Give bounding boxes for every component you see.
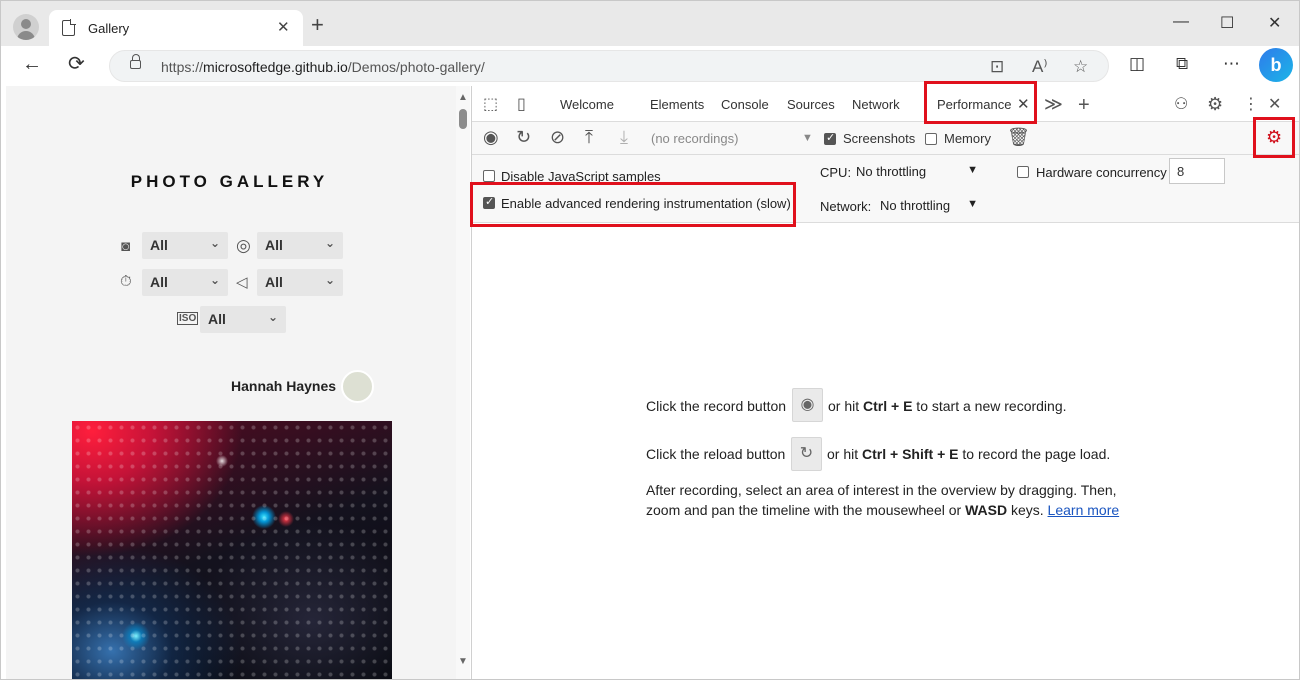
performance-landing: Click the record button ◉ or hit Ctrl + … bbox=[472, 223, 1299, 679]
record-instruction: Click the record button bbox=[646, 398, 787, 414]
device-emulation-icon[interactable]: ▯ bbox=[517, 94, 526, 114]
gallery-photo[interactable] bbox=[72, 421, 392, 679]
inspect-element-icon[interactable]: ⬚ bbox=[483, 94, 498, 114]
favorite-star-icon[interactable]: ☆ bbox=[1073, 57, 1088, 77]
flash-filter-select[interactable]: All ⌄ bbox=[257, 269, 343, 296]
recordings-caret-icon[interactable]: ▼ bbox=[802, 132, 813, 144]
devtools-panel: ⬚ ▯ Welcome Elements Console Sources Net… bbox=[471, 86, 1299, 679]
author-avatar[interactable] bbox=[341, 370, 374, 403]
tab-network[interactable]: Network bbox=[852, 97, 900, 112]
page-scrollbar[interactable]: ▲ ▼ bbox=[456, 86, 470, 679]
cpu-label: CPU: bbox=[820, 165, 852, 180]
new-tab-button[interactable]: + bbox=[311, 14, 324, 36]
bing-copilot-icon[interactable]: b bbox=[1259, 48, 1293, 82]
record-shortcut: or hit Ctrl + E to start a new recording… bbox=[828, 398, 1067, 414]
devtools-tab-bar: ⬚ ▯ Welcome Elements Console Sources Net… bbox=[472, 86, 1299, 122]
tab-console[interactable]: Console bbox=[721, 97, 769, 112]
hardware-concurrency-input[interactable]: 8 bbox=[1169, 158, 1225, 184]
close-window-button[interactable]: ✕ bbox=[1268, 13, 1281, 33]
disable-js-samples-checkbox[interactable] bbox=[483, 170, 495, 182]
profile-avatar-icon[interactable] bbox=[13, 14, 39, 40]
minimize-button[interactable]: — bbox=[1173, 13, 1189, 31]
exposure-filter-select[interactable]: All ⌄ bbox=[142, 269, 228, 296]
after-recording-text-1: After recording, select an area of inter… bbox=[646, 482, 1117, 498]
after-recording-text-2: zoom and pan the timeline with the mouse… bbox=[646, 502, 1120, 518]
screenshots-checkbox[interactable] bbox=[824, 131, 836, 145]
reload-instruction: Click the reload button bbox=[646, 446, 786, 462]
tab-title: Gallery bbox=[88, 21, 130, 36]
page-icon bbox=[62, 19, 76, 36]
performance-tab-highlight bbox=[924, 81, 1037, 124]
timer-icon: ⏱ bbox=[120, 273, 132, 290]
landing-record-button[interactable]: ◉ bbox=[792, 388, 823, 422]
more-tabs-icon[interactable]: ≫ bbox=[1044, 94, 1063, 115]
screenshots-label[interactable]: Screenshots bbox=[843, 131, 915, 146]
maximize-button[interactable]: ☐ bbox=[1220, 13, 1234, 33]
tab-sources[interactable]: Sources bbox=[787, 97, 835, 112]
navigation-bar: ← ⟳ https://microsoftedge.github.io/Demo… bbox=[1, 46, 1299, 86]
browser-window: Gallery ✕ + — ☐ ✕ ← ⟳ https://microsofte… bbox=[0, 0, 1300, 680]
camera-filter-select[interactable]: All ⌄ bbox=[142, 232, 228, 259]
lock-icon[interactable] bbox=[130, 54, 141, 69]
tab-elements[interactable]: Elements bbox=[650, 97, 704, 112]
page-title: PHOTO GALLERY bbox=[130, 172, 329, 191]
iso-filter-select[interactable]: All ⌄ bbox=[200, 306, 286, 333]
address-bar[interactable]: https://microsoftedge.github.io/Demos/ph… bbox=[109, 50, 1109, 82]
tab-strip: Gallery ✕ + — ☐ ✕ bbox=[1, 1, 1299, 46]
network-throttling-select[interactable]: No throttling ▼ bbox=[874, 194, 982, 218]
memory-checkbox[interactable] bbox=[925, 133, 937, 145]
browser-tab-gallery[interactable]: Gallery ✕ bbox=[49, 10, 303, 46]
web-page: PHOTO GALLERY ◙ All ⌄ ◎ All ⌄ ⏱ All ⌄ ◁ All… bbox=[6, 86, 456, 679]
record-icon[interactable]: ◉ bbox=[483, 127, 499, 147]
scroll-up-icon[interactable]: ▲ bbox=[458, 92, 468, 103]
iso-icon: ISO bbox=[177, 312, 199, 325]
tab-welcome[interactable]: Welcome bbox=[560, 97, 614, 112]
performance-toolbar: ◉ ↻ ⊘ ⤒ ⤓ (no recordings) ▼ Screenshots … bbox=[472, 122, 1299, 155]
back-button[interactable]: ← bbox=[22, 54, 42, 74]
advanced-rendering-highlight bbox=[470, 182, 796, 227]
aperture-icon: ◎ bbox=[236, 236, 251, 255]
network-label: Network: bbox=[820, 199, 872, 214]
hardware-concurrency-checkbox[interactable] bbox=[1017, 166, 1029, 178]
add-tab-icon[interactable]: + bbox=[1078, 94, 1090, 117]
aperture-filter-select[interactable]: All ⌄ bbox=[257, 232, 343, 259]
settings-gear-icon[interactable]: ⚙ bbox=[1207, 94, 1223, 115]
clear-icon[interactable]: ⊘ bbox=[550, 127, 565, 147]
collections-icon[interactable]: ⧉ bbox=[1176, 54, 1188, 74]
camera-icon: ◙ bbox=[121, 238, 131, 255]
reload-shortcut: or hit Ctrl + Shift + E to record the pa… bbox=[827, 446, 1111, 462]
customize-icon[interactable]: ⚇ bbox=[1174, 94, 1188, 114]
more-menu-icon[interactable]: ⋯ bbox=[1223, 54, 1240, 74]
cpu-throttling-select[interactable]: No throttling ▼ bbox=[850, 160, 982, 184]
memory-label[interactable]: Memory bbox=[944, 131, 991, 146]
reload-record-icon[interactable]: ↻ bbox=[516, 127, 531, 147]
author-name[interactable]: Hannah Haynes bbox=[231, 378, 336, 394]
scrollbar-thumb[interactable] bbox=[459, 109, 467, 129]
split-screen-icon[interactable]: ◫ bbox=[1129, 54, 1145, 74]
scroll-down-icon[interactable]: ▼ bbox=[458, 656, 468, 667]
refresh-button[interactable]: ⟳ bbox=[68, 54, 85, 74]
close-devtools-icon[interactable]: ✕ bbox=[1268, 94, 1281, 114]
recordings-dropdown[interactable]: (no recordings) bbox=[651, 131, 738, 146]
trash-icon[interactable]: 🗑 bbox=[1007, 127, 1030, 147]
upload-profile-icon[interactable]: ⤒ bbox=[585, 127, 593, 147]
landing-reload-button[interactable]: ↻ bbox=[791, 437, 822, 471]
hardware-concurrency-label[interactable]: Hardware concurrency bbox=[1036, 165, 1167, 180]
tab-close-icon[interactable]: ✕ bbox=[277, 18, 290, 36]
capture-settings-highlight bbox=[1253, 117, 1295, 158]
url-text[interactable]: https://microsoftedge.github.io/Demos/ph… bbox=[161, 59, 485, 75]
read-aloud-icon[interactable]: A⁾ bbox=[1032, 57, 1048, 77]
learn-more-link[interactable]: Learn more bbox=[1048, 502, 1120, 518]
app-available-icon[interactable]: ⊡ bbox=[990, 57, 1004, 77]
speaker-icon: ◁ bbox=[236, 274, 248, 291]
download-profile-icon[interactable]: ⤓ bbox=[620, 127, 628, 147]
devtools-more-icon[interactable]: ⋮ bbox=[1243, 94, 1259, 114]
